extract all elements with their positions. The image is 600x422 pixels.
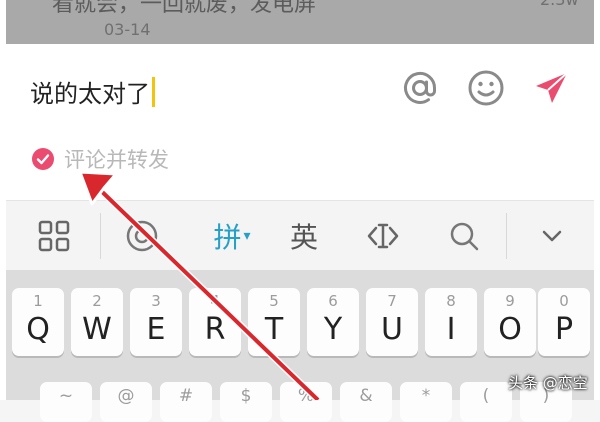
key-r[interactable]: 4 R [189, 288, 241, 356]
english-mode-button[interactable]: 英 [284, 215, 324, 257]
right-edge [594, 0, 600, 400]
key-letter: T [264, 312, 284, 347]
key-t[interactable]: 5 T [248, 288, 300, 356]
pinyin-dropdown-icon: ▾ [243, 228, 251, 244]
key-letter: W [82, 312, 112, 347]
text-cursor [152, 76, 155, 107]
key-number-hint: 9 [505, 292, 515, 310]
at-icon[interactable] [400, 68, 440, 108]
key-symbol-hint: * [421, 386, 431, 406]
key-number-hint: 3 [151, 292, 161, 310]
key-tilde[interactable]: ~ [40, 382, 92, 422]
feed-view-count: 2.3w [540, 0, 579, 9]
left-edge [0, 0, 6, 400]
pinyin-mode-button[interactable]: 拼 ▾ [204, 215, 260, 257]
toolbar-divider [100, 213, 101, 259]
key-number-hint: 6 [328, 292, 338, 310]
search-icon[interactable] [444, 215, 484, 257]
emoji-icon[interactable] [466, 68, 506, 108]
key-asterisk[interactable]: * [400, 382, 452, 422]
ime-toolbar: 拼 ▾ 英 [0, 200, 600, 271]
toolbar-divider [506, 213, 507, 259]
key-letter: Q [26, 312, 50, 347]
key-y[interactable]: 6 Y [307, 288, 359, 356]
key-symbol-hint: # [178, 386, 194, 406]
pinyin-label: 拼 [213, 221, 242, 254]
repost-option[interactable]: 评论并转发 [32, 144, 169, 174]
key-number-hint: 0 [559, 292, 569, 310]
key-number-hint: 5 [269, 292, 279, 310]
key-ampersand[interactable]: & [340, 382, 392, 422]
key-letter: I [446, 312, 456, 347]
feed-background: 看就会，一回就废，发电屏 03-14 2.3w [0, 0, 600, 44]
key-at[interactable]: @ [100, 382, 152, 422]
repost-label: 评论并转发 [64, 148, 169, 172]
key-symbol-hint: $ [240, 386, 252, 406]
key-symbol-hint: ( [482, 386, 490, 406]
cursor-icon[interactable] [360, 215, 406, 257]
key-symbol-hint: ~ [58, 386, 74, 406]
feed-post-date: 03-14 [104, 20, 151, 39]
grid-icon[interactable] [34, 215, 74, 257]
key-e[interactable]: 3 E [130, 288, 182, 356]
key-letter: Y [323, 312, 343, 347]
feed-post-text: 看就会，一回就废，发电屏 [52, 0, 317, 17]
key-q[interactable]: 1 Q [12, 288, 64, 356]
key-dollar[interactable]: $ [220, 382, 272, 422]
key-w[interactable]: 2 W [71, 288, 123, 356]
key-letter: P [554, 312, 574, 347]
key-letter: U [381, 312, 403, 347]
key-number-hint: 1 [33, 292, 43, 310]
checkbox-checked-icon[interactable] [32, 148, 54, 170]
key-u[interactable]: 7 U [366, 288, 418, 356]
collapse-chevron-icon[interactable] [532, 215, 572, 257]
watermark: 头条 @恋空 [508, 374, 588, 392]
emoji-face-icon[interactable] [120, 215, 164, 257]
key-number-hint: 7 [387, 292, 397, 310]
english-label: 英 [289, 221, 318, 254]
key-number-hint: 8 [446, 292, 456, 310]
key-letter: R [204, 312, 226, 347]
key-i[interactable]: 8 I [425, 288, 477, 356]
key-symbol-hint: @ [117, 386, 135, 406]
key-percent[interactable]: % [280, 382, 332, 422]
key-o[interactable]: 9 O [484, 288, 536, 356]
key-symbol-hint: % [297, 386, 315, 406]
key-symbol-hint: & [359, 386, 373, 406]
key-number-hint: 2 [92, 292, 102, 310]
send-icon[interactable] [532, 68, 572, 108]
key-hash[interactable]: # [160, 382, 212, 422]
comment-panel: 说的太对了 评论并转发 [6, 44, 594, 200]
key-p[interactable]: 0 P [538, 288, 590, 356]
key-letter: O [498, 312, 522, 347]
key-number-hint: 4 [210, 292, 220, 310]
key-paren-open[interactable]: ( [460, 382, 512, 422]
key-letter: E [146, 312, 166, 347]
comment-input-text: 说的太对了 [30, 80, 150, 108]
comment-input[interactable]: 说的太对了 [30, 74, 155, 109]
